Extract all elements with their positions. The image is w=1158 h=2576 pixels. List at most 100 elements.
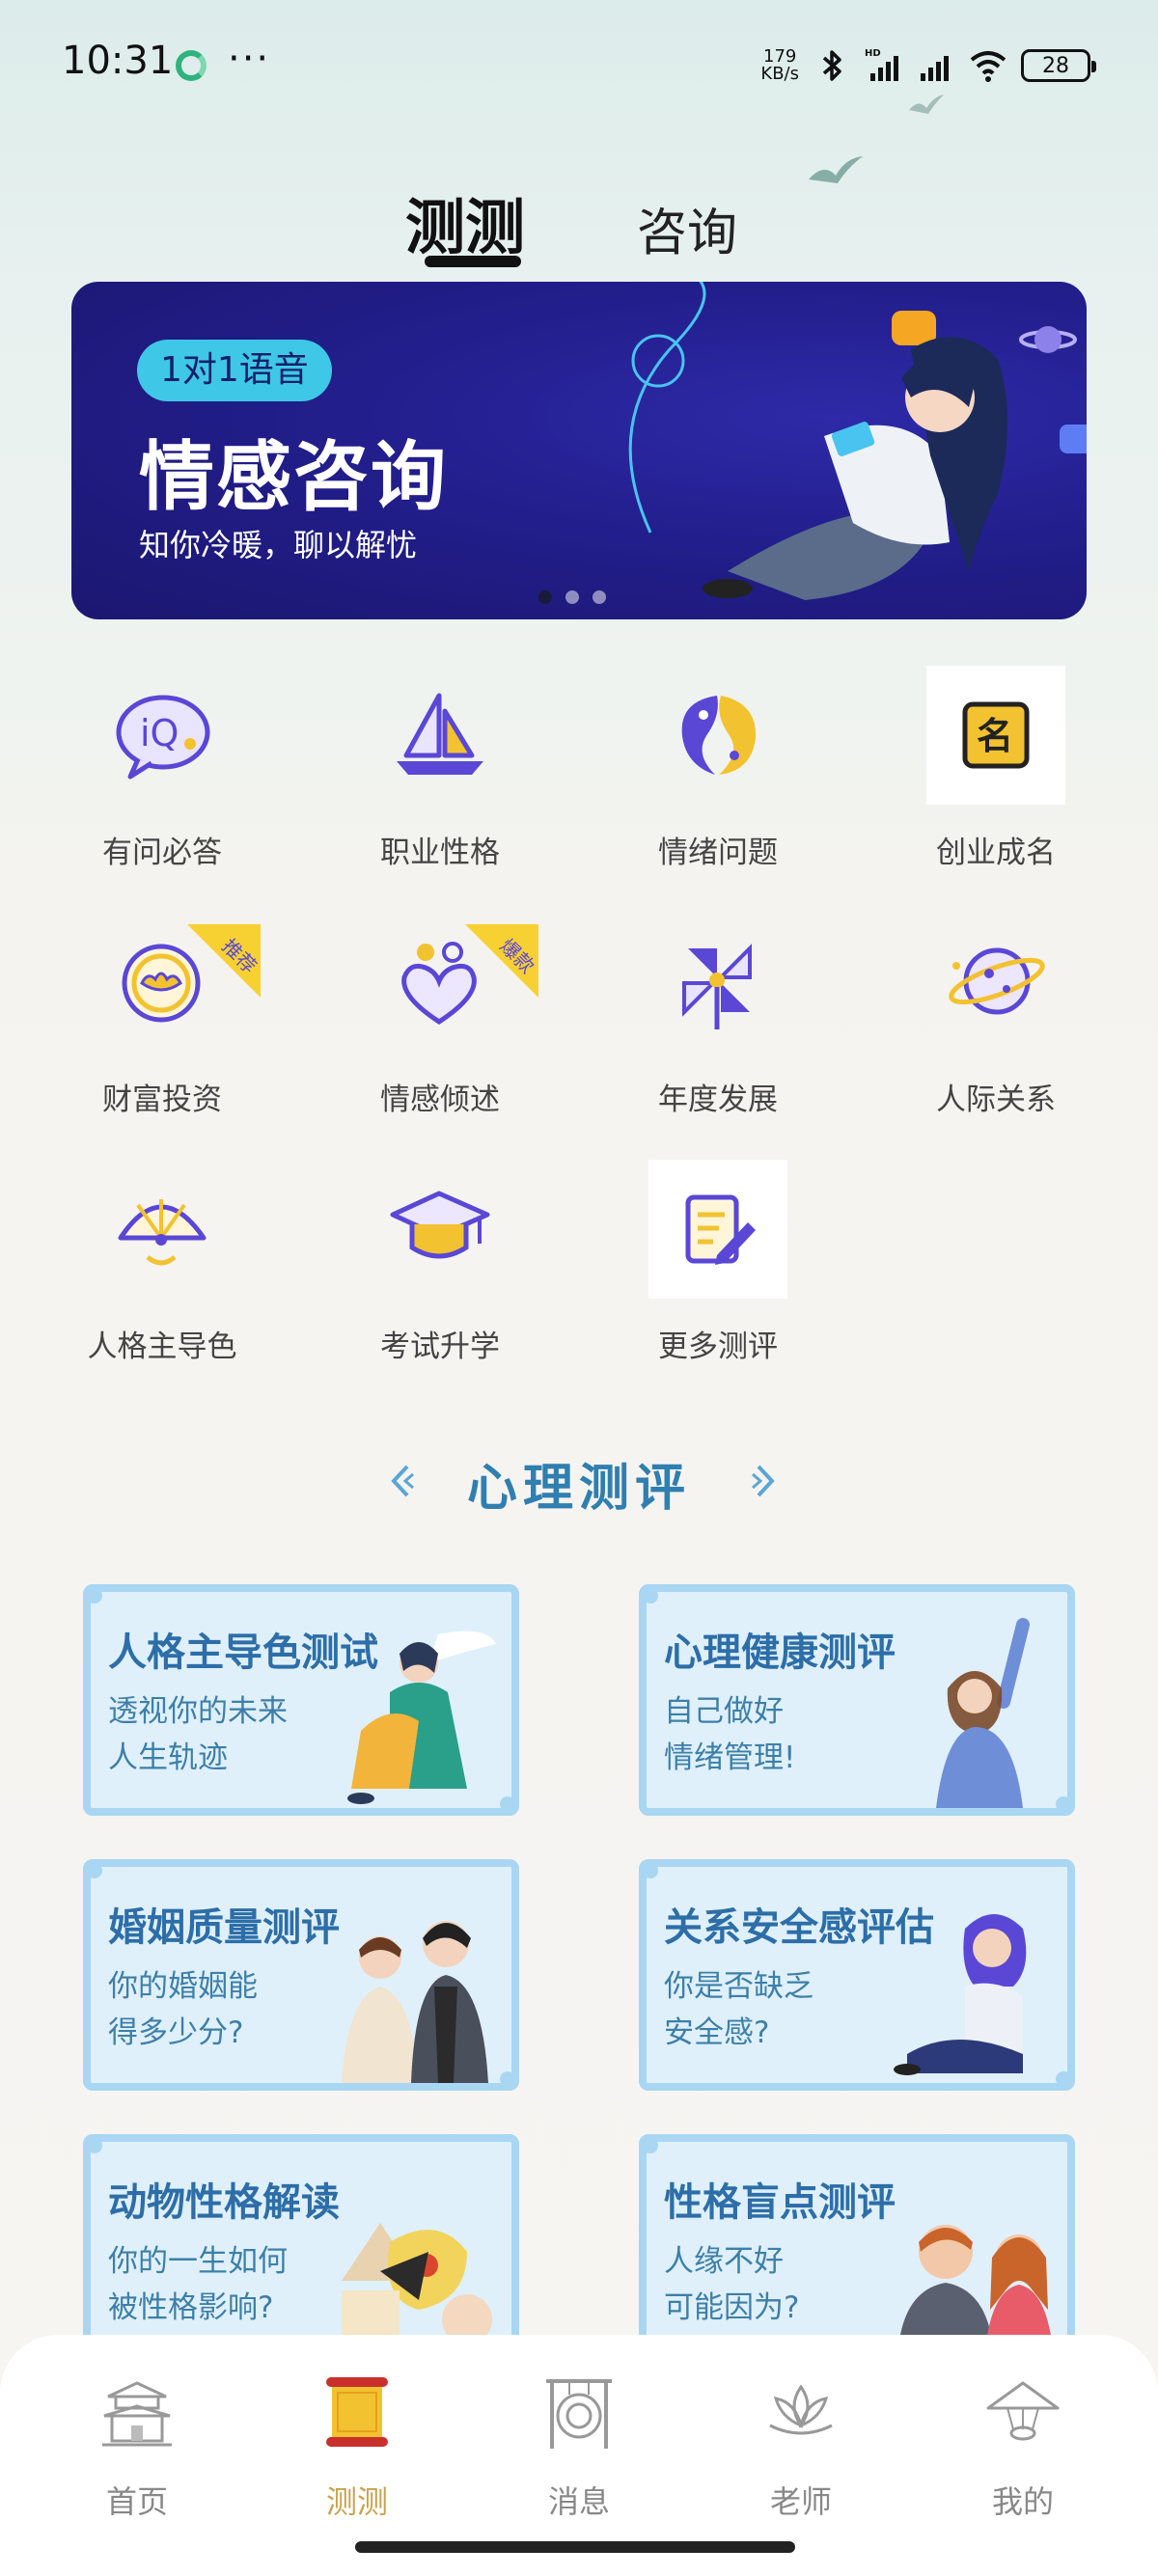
- category-label: 考试升学: [380, 1329, 500, 1364]
- assessment-card[interactable]: 关系安全感评估 你是否缺乏 安全感?: [639, 1859, 1075, 2091]
- card-title: 性格盲点测评: [664, 2179, 896, 2225]
- network-speed: 179 KB/s: [760, 48, 799, 83]
- gong-icon: [546, 2379, 612, 2449]
- sailboat-icon: [397, 693, 483, 775]
- pinwheel-icon: [682, 944, 752, 1029]
- nav-item-profile[interactable]: 我的: [946, 2373, 1100, 2528]
- tab-consult[interactable]: 咨询: [637, 192, 737, 264]
- category-label: 职业性格: [380, 836, 500, 870]
- card-subtitle: 你是否缺乏 安全感?: [664, 1969, 813, 2050]
- bluetooth-icon: [822, 50, 841, 81]
- palace-icon: [102, 2381, 172, 2447]
- category-item[interactable]: 情绪问题: [579, 666, 857, 888]
- two-people-illustration: [897, 2225, 1054, 2358]
- fan-icon: [118, 1199, 207, 1266]
- lantern-hat-icon: [986, 2381, 1060, 2441]
- section-title: 心理测评: [466, 1460, 691, 1518]
- category-label: 情绪问题: [658, 836, 778, 870]
- category-item[interactable]: 考试升学: [301, 1160, 579, 1382]
- card-title: 动物性格解读: [108, 2179, 340, 2225]
- category-item[interactable]: 推荐 财富投资: [23, 913, 301, 1135]
- nav-label: 我的: [991, 2483, 1054, 2520]
- nav-item-messages[interactable]: 消息: [502, 2373, 656, 2528]
- bottom-navigation: 首页 测测 消息 老师 我的: [0, 2335, 1158, 2576]
- category-item[interactable]: 人格主导色: [23, 1160, 301, 1382]
- svg-text:HD: HD: [865, 48, 881, 59]
- category-item[interactable]: 年度发展: [579, 913, 857, 1135]
- card-subtitle: 你的一生如何 被性格影响?: [108, 2244, 288, 2325]
- signal-icon: [921, 56, 949, 81]
- chevron-left-decoration-icon: [391, 1465, 414, 1497]
- couple-illustration: [342, 1921, 488, 2083]
- recommend-badge: 推荐: [187, 924, 261, 998]
- category-label: 年度发展: [658, 1082, 778, 1117]
- chevron-right-decoration-icon: [752, 1465, 775, 1497]
- nav-item-home[interactable]: 首页: [60, 2373, 214, 2528]
- category-label: 情感倾述: [380, 1082, 500, 1117]
- banner-dot[interactable]: [565, 590, 579, 604]
- nav-label: 老师: [769, 2483, 832, 2520]
- cheering-woman-illustration: [936, 1618, 1030, 1808]
- card-subtitle: 你的婚姻能 得多少分?: [108, 1969, 258, 2050]
- assessment-card[interactable]: 心理健康测评 自己做好 情绪管理!: [639, 1584, 1075, 1816]
- category-item[interactable]: iQ 有问必答: [23, 666, 301, 888]
- sitting-woman-illustration: [894, 1914, 1027, 2075]
- assessment-card[interactable]: 动物性格解读 你的一生如何 被性格影响?: [83, 2134, 519, 2366]
- category-item[interactable]: 职业性格: [301, 666, 579, 888]
- category-label: 人际关系: [936, 1082, 1056, 1117]
- card-subtitle: 人缘不好 可能因为?: [664, 2244, 800, 2325]
- battery-indicator: 28: [1021, 49, 1096, 82]
- category-label: 人格主导色: [87, 1329, 237, 1364]
- svg-text:名: 名: [977, 715, 1013, 757]
- girl-with-phone-illustration: [628, 282, 1087, 600]
- woman-with-scarf-illustration: [347, 1631, 496, 1804]
- signal-hd-icon: HD: [865, 48, 898, 81]
- banner-dot[interactable]: [538, 590, 552, 604]
- card-title: 婚姻质量测评: [108, 1905, 340, 1950]
- section-heading: 心理测评: [0, 1447, 1158, 1524]
- abstract-animal-illustration: [342, 2223, 492, 2344]
- category-label: 更多测评: [658, 1329, 778, 1364]
- bird-decoration-icon: [909, 95, 944, 114]
- status-bar: 10:31 ··· 179 KB/s HD 28: [0, 0, 1158, 135]
- category-item[interactable]: 人际关系: [857, 913, 1135, 1135]
- lotus-icon: [769, 2384, 833, 2435]
- more-notifications-icon: ···: [228, 37, 271, 81]
- promo-banner[interactable]: 1对1语音 情感咨询 知你冷暖，聊以解忧: [71, 282, 1087, 619]
- banner-dot[interactable]: [593, 590, 606, 604]
- card-title: 心理健康测评: [664, 1630, 896, 1675]
- assessment-card[interactable]: 婚姻质量测评 你的婚姻能 得多少分?: [83, 1859, 519, 2091]
- nav-item-test[interactable]: 测测: [280, 2373, 434, 2528]
- card-subtitle: 透视你的未来 人生轨迹: [108, 1694, 288, 1775]
- status-time: 10:31: [62, 39, 174, 83]
- tab-test[interactable]: 测测: [405, 178, 525, 265]
- category-item[interactable]: 名 创业成名: [857, 666, 1135, 888]
- planet-icon: [949, 947, 1045, 1015]
- category-item[interactable]: 更多测评: [579, 1160, 857, 1382]
- network-speed-unit: KB/s: [760, 64, 799, 84]
- assessment-card[interactable]: 人格主导色测试 透视你的未来 人生轨迹: [83, 1584, 519, 1816]
- pen-notebook-icon: [685, 1194, 756, 1265]
- banner-pagination: [538, 590, 606, 604]
- yin-yang-fish-icon: [681, 696, 757, 775]
- banner-subtitle: 知你冷暖，聊以解忧: [139, 527, 418, 563]
- assessment-card[interactable]: 性格盲点测评 人缘不好 可能因为?: [639, 2134, 1075, 2366]
- banner-title: 情感咨询: [139, 434, 449, 521]
- category-item[interactable]: 爆款 情感倾述: [301, 913, 579, 1135]
- nav-item-teacher[interactable]: 老师: [724, 2373, 878, 2528]
- category-label: 财富投资: [102, 1082, 222, 1117]
- top-tabs: 测测 咨询: [0, 178, 1158, 275]
- category-label: 有问必答: [102, 836, 222, 870]
- nav-label: 首页: [105, 2483, 168, 2520]
- nav-label: 消息: [547, 2483, 610, 2520]
- category-label: 创业成名: [936, 836, 1056, 870]
- status-indicators: 179 KB/s HD 28: [760, 42, 1096, 89]
- card-subtitle: 自己做好 情绪管理!: [664, 1694, 796, 1775]
- app-notification-icon: [176, 50, 207, 81]
- name-badge-icon: 名: [962, 701, 1030, 769]
- graduation-cap-icon: [390, 1191, 490, 1259]
- hot-badge: 爆款: [465, 924, 538, 998]
- home-indicator[interactable]: [355, 2541, 795, 2553]
- wifi-icon: [970, 51, 1006, 82]
- iq-bubble-icon: iQ: [116, 695, 210, 780]
